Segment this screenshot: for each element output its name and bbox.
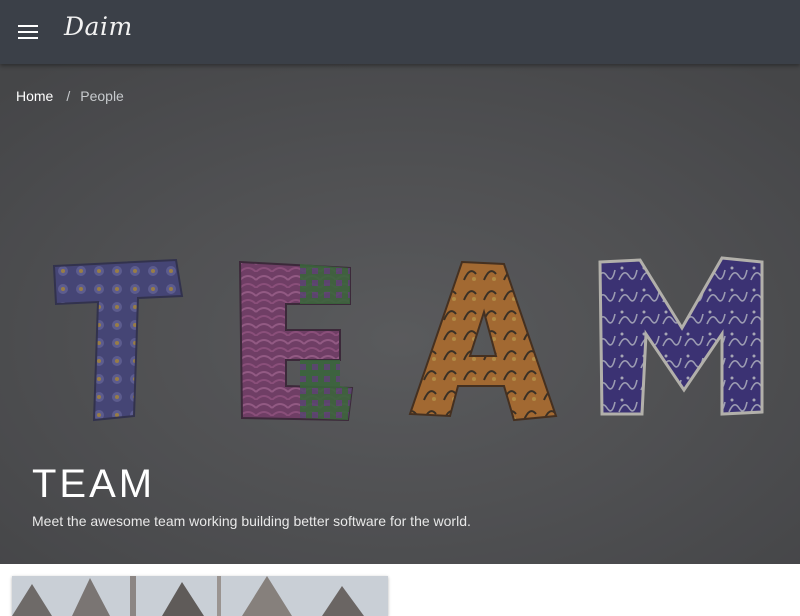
hero-banner: Home / People TEAM Meet the awesome team w… xyxy=(0,64,800,564)
menu-button[interactable] xyxy=(10,14,46,50)
breadcrumb-current: People xyxy=(80,88,124,104)
breadcrumb: Home / People xyxy=(16,88,124,104)
brand-logo[interactable]: Daim xyxy=(64,12,133,41)
team-member-card-image[interactable] xyxy=(12,576,388,616)
breadcrumb-home-link[interactable]: Home xyxy=(16,88,53,104)
page-title: TEAM xyxy=(32,462,156,506)
breadcrumb-separator: / xyxy=(66,88,71,104)
top-app-bar: Daim xyxy=(0,0,800,64)
hamburger-menu-icon xyxy=(18,25,38,39)
page-subtitle: Meet the awesome team working building b… xyxy=(32,513,471,529)
tree-photo-thumbnail xyxy=(12,576,388,616)
